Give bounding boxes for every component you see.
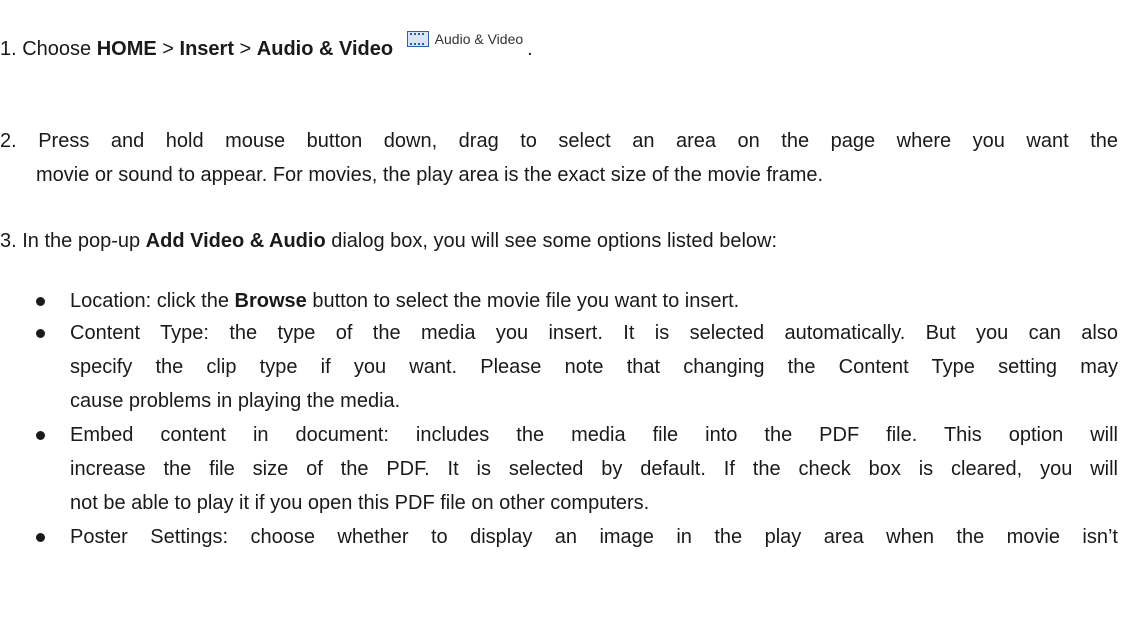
step-1: 1. Choose HOME > Insert > Audio & Video … bbox=[0, 30, 533, 66]
bullet-dot bbox=[36, 431, 45, 440]
step-1-trailing: . bbox=[527, 38, 533, 60]
audio-video-button[interactable]: Audio & Video bbox=[406, 22, 524, 56]
dialog-name: Add Video & Audio bbox=[145, 230, 326, 252]
bullet-content-type-line-3: cause problems in playing the media. bbox=[70, 390, 401, 412]
bullet-embed-line-2: increase the file size of the PDF. It is… bbox=[70, 458, 1118, 480]
step-3-prefix: 3. In the pop-up bbox=[0, 230, 146, 252]
step-1-prefix: 1. Choose bbox=[0, 38, 97, 60]
step-3: 3. In the pop-up Add Video & Audio dialo… bbox=[0, 224, 777, 258]
separator: > bbox=[156, 38, 180, 60]
bullet-embed-line-3: not be able to play it if you open this … bbox=[70, 492, 650, 514]
menu-audio-video: Audio & Video bbox=[256, 38, 394, 60]
bullet-poster-line-1: Poster Settings: choose whether to displ… bbox=[70, 526, 1118, 548]
menu-home: HOME bbox=[96, 38, 157, 60]
menu-insert: Insert bbox=[179, 38, 234, 60]
separator: > bbox=[234, 38, 257, 60]
step-3-suffix: dialog box, you will see some options li… bbox=[325, 230, 778, 252]
bullet-embed-line-1: Embed content in document: includes the … bbox=[70, 424, 1118, 446]
bullet-content-type-line-2: specify the clip type if you want. Pleas… bbox=[70, 356, 1118, 378]
bullet-location-pre: Location: click the bbox=[70, 290, 235, 312]
bullet-dot bbox=[36, 533, 45, 542]
bullet-location-post: button to select the movie file you want… bbox=[306, 290, 740, 312]
bullet-content-type-line-1: Content Type: the type of the media you … bbox=[70, 322, 1118, 344]
bullet-dot bbox=[36, 329, 45, 338]
step-2-line-1: 2. Press and hold mouse button down, dra… bbox=[0, 130, 1118, 152]
step-2-line-2: movie or sound to appear. For movies, th… bbox=[36, 164, 824, 186]
bullet-location: Location: click the Browse button to sel… bbox=[70, 284, 1118, 318]
audio-video-button-label: Audio & Video bbox=[434, 31, 524, 47]
bullet-dot bbox=[36, 297, 45, 306]
film-icon bbox=[406, 31, 429, 47]
browse-label: Browse bbox=[234, 290, 307, 312]
